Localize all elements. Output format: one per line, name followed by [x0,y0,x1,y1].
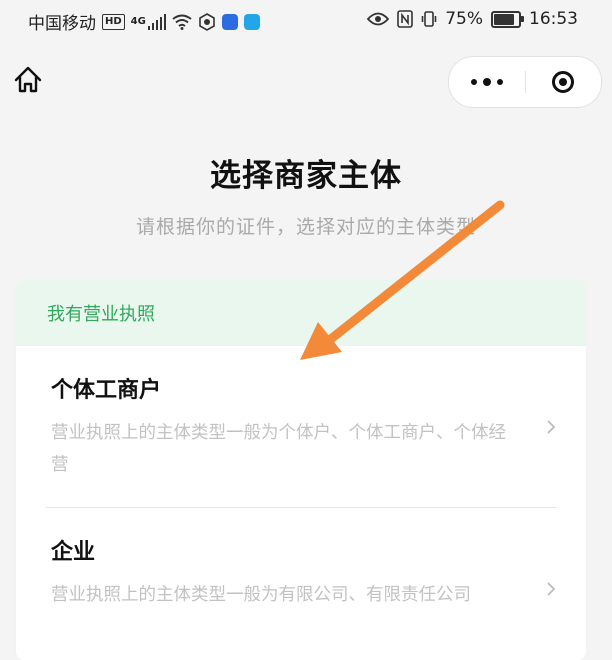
option-description: 营业执照上的主体类型一般为个体户、个体工商户、个体经营 [51,423,506,475]
network-type-label: 4G [130,16,146,27]
clock: 16:53 [529,9,578,29]
home-icon[interactable] [12,64,44,96]
eye-icon [367,12,390,26]
status-right: 75% 16:53 [367,9,578,29]
more-icon[interactable] [449,57,525,107]
battery-percent: 75% [445,9,483,29]
page-title: 选择商家主体 [210,158,402,194]
chevron-right-icon [547,420,556,434]
hd-icon: HD [102,13,125,30]
signal-icon [147,13,167,30]
app-notification-icon [222,13,239,30]
close-target-icon[interactable] [526,57,602,107]
page-subtitle: 请根据你的证件，选择对应的主体类型 [135,216,476,238]
option-title: 企业 [51,540,96,565]
section-header: 我有营业执照 [16,280,586,346]
chevron-right-icon [547,582,556,596]
battery-icon [491,10,524,28]
carrier-label: 中国移动 [28,14,96,34]
search-app-icon [244,13,261,30]
nfc-icon [397,10,414,28]
entity-type-card: 我有营业执照 个体工商户 营业执照上的主体类型一般为个体户、个体工商户、个体经营… [16,280,586,660]
status-bar: 中国移动 HD 4G 75% 16:53 [0,0,612,44]
option-description: 营业执照上的主体类型一般为有限公司、有限责任公司 [51,585,471,605]
mini-program-capsule [448,56,602,108]
status-left: 中国移动 HD 4G [28,9,261,34]
app-badge-icon [199,12,216,31]
wifi-icon [172,14,192,30]
option-individual-business[interactable]: 个体工商户 营业执照上的主体类型一般为个体户、个体工商户、个体经营 [16,346,586,507]
option-enterprise[interactable]: 企业 营业执照上的主体类型一般为有限公司、有限责任公司 [16,508,586,660]
vibrate-icon [421,11,437,27]
option-title: 个体工商户 [51,378,162,403]
